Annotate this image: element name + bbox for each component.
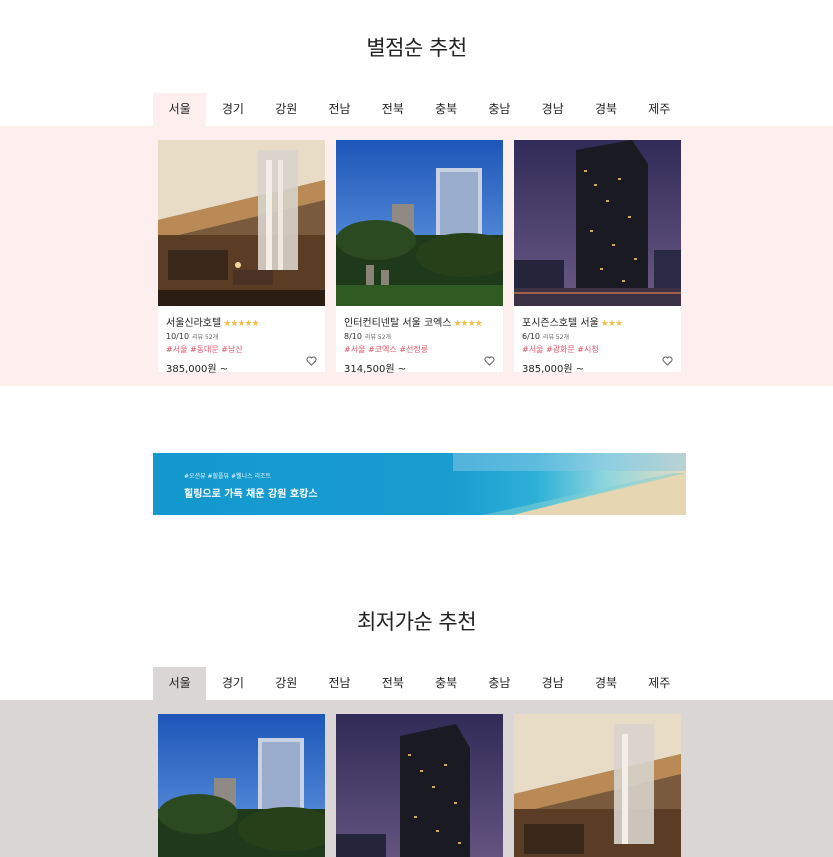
review-count: 리뷰 52개 <box>542 334 570 341</box>
heart-icon[interactable] <box>306 356 317 366</box>
price: 385,000원 ~ <box>166 364 229 375</box>
tab-gyeonggi[interactable]: 경기 <box>206 667 259 700</box>
tab-chungnam[interactable]: 충남 <box>473 93 526 126</box>
region-tabs-rating: 서울 경기 강원 전남 전북 충북 충남 경남 경북 제주 <box>153 93 686 126</box>
hotel-photo <box>514 140 681 306</box>
hotel-card[interactable] <box>336 714 503 857</box>
banner-title: 힐링으로 가득 채운 강원 호캉스 <box>184 489 318 500</box>
star-rating: ★★★★ <box>453 319 483 329</box>
tab-gyeongbuk[interactable]: 경북 <box>579 667 632 700</box>
tab-gyeonggi[interactable]: 경기 <box>206 93 259 126</box>
tab-gyeongnam[interactable]: 경남 <box>526 93 579 126</box>
score: 6/10 <box>522 332 540 341</box>
promo-banner[interactable]: #오션뷰 #힐플뷰 #웰니스 리조트 힐링으로 가득 채운 강원 호캉스 <box>153 453 686 515</box>
hotel-photo <box>514 714 681 857</box>
hashtags: #서울 #광화문 #시청 <box>522 345 599 354</box>
hotel-photo <box>158 714 325 857</box>
tab-jeonbuk[interactable]: 전북 <box>366 93 419 126</box>
price-card-list <box>158 714 681 857</box>
hotel-name: 포시즌스호텔 서울 <box>522 318 599 329</box>
score: 10/10 <box>166 332 190 341</box>
rating-card-list: 서울신라호텔 ★★★★★ 10/10 리뷰 52개 #서울 #동대문 #남산 385… <box>158 140 681 375</box>
hotel-name: 서울신라호텔 <box>166 318 222 329</box>
price: 385,000원 ~ <box>522 364 585 375</box>
star-rating: ★★★★★ <box>223 319 259 329</box>
tab-jeonbuk[interactable]: 전북 <box>366 667 419 700</box>
tab-jeju[interactable]: 제주 <box>633 93 686 126</box>
heart-icon[interactable] <box>662 356 673 366</box>
hotel-card[interactable] <box>158 714 325 857</box>
banner-tags: #오션뷰 #힐플뷰 #웰니스 리조트 <box>184 473 272 480</box>
tab-chungnam[interactable]: 충남 <box>473 667 526 700</box>
tab-gangwon[interactable]: 강원 <box>260 93 313 126</box>
hashtags: #서울 #코엑스 #선정릉 <box>344 345 429 354</box>
hotel-card[interactable]: 인터컨티넨탈 서울 코엑스 ★★★★ 8/10 리뷰 52개 #서울 #코엑스 #선… <box>336 140 503 375</box>
hotel-card[interactable] <box>514 714 681 857</box>
tab-seoul[interactable]: 서울 <box>153 93 207 126</box>
hotel-card[interactable]: 서울신라호텔 ★★★★★ 10/10 리뷰 52개 #서울 #동대문 #남산 385… <box>158 140 325 375</box>
hotel-photo <box>336 140 503 306</box>
region-tabs-price: 서울 경기 강원 전남 전북 충북 충남 경남 경북 제주 <box>153 667 686 700</box>
tab-gyeongnam[interactable]: 경남 <box>526 667 579 700</box>
tab-chungbuk[interactable]: 충북 <box>419 667 472 700</box>
tab-jeonnam[interactable]: 전남 <box>313 93 366 126</box>
section-title-price: 최저가순 추천 <box>356 610 477 634</box>
review-count: 리뷰 52개 <box>192 334 219 341</box>
tab-jeonnam[interactable]: 전남 <box>313 667 366 700</box>
star-rating: ★★★ <box>600 319 623 329</box>
score: 8/10 <box>344 332 362 341</box>
hotel-card[interactable]: 포시즌스호텔 서울 ★★★ 6/10 리뷰 52개 #서울 #광화문 #시청 385… <box>514 140 681 375</box>
hotel-name: 인터컨티넨탈 서울 코엑스 <box>344 318 452 329</box>
tab-jeju[interactable]: 제주 <box>633 667 686 700</box>
price: 314,500원 ~ <box>344 364 407 375</box>
hotel-photo <box>336 714 503 857</box>
tab-gangwon[interactable]: 강원 <box>260 667 313 700</box>
hotel-photo <box>158 140 325 306</box>
hashtags: #서울 #동대문 #남산 <box>166 345 243 354</box>
tab-seoul[interactable]: 서울 <box>153 667 207 700</box>
section-title-rating: 별점순 추천 <box>366 36 467 60</box>
tab-gyeongbuk[interactable]: 경북 <box>579 93 632 126</box>
tab-chungbuk[interactable]: 충북 <box>419 93 472 126</box>
heart-icon[interactable] <box>484 356 495 366</box>
review-count: 리뷰 52개 <box>364 334 392 341</box>
